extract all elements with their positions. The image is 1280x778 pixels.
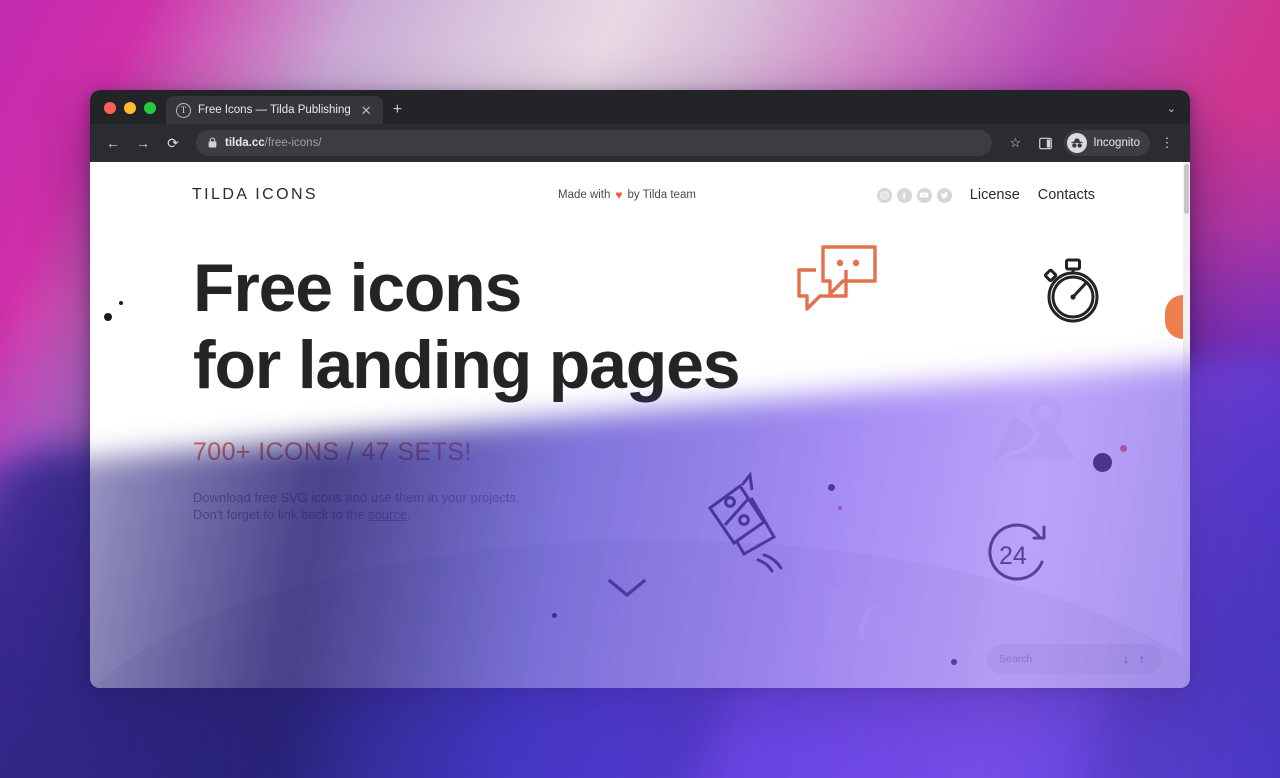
chevron-down-icon[interactable] [607,577,647,604]
incognito-icon [1067,133,1088,153]
wallpaper-band [290,466,760,778]
hero-title-line2: for landing pages [193,326,741,403]
lock-icon [208,136,217,150]
tab-title: Free Icons — Tilda Publishing [198,104,351,116]
wallpaper-band [679,451,1190,778]
tab-search-chevron-icon[interactable]: ⌄ [1167,102,1190,124]
facebook-icon[interactable] [896,187,912,203]
svg-text:24: 24 [999,542,1027,570]
hero-subtitle: 700+ ICONS / 47 SETS! [193,437,472,466]
youtube-icon[interactable] [916,187,932,203]
bookmark-star-icon[interactable]: ☆ [1002,130,1028,156]
browser-toolbar: ← → ⟳ tilda.cc/free-icons/ ☆ Incognito ⋮ [90,124,1190,162]
made-with-prefix: Made with [557,189,611,201]
window-controls [100,102,166,124]
tilda-favicon-icon: T [176,102,191,118]
desktop-wallpaper: T Free Icons — Tilda Publishing ✕ + ⌄ ← … [0,0,1280,778]
page-viewport: 24 TILDA ICONS Made with ♥ by Tilda team… [90,162,1190,688]
browser-menu-icon[interactable]: ⋮ [1154,130,1180,156]
decor-dot [1120,445,1127,452]
decor-dot [119,301,123,305]
page-scrollbar[interactable] [1183,162,1190,688]
url-path: /free-icons/ [264,137,322,149]
incognito-label: Incognito [1093,137,1140,149]
decor-dot [838,506,842,510]
search-bar[interactable]: ↓ ↑ [987,644,1162,674]
close-tab-icon[interactable]: ✕ [358,102,375,119]
nav-link-license[interactable]: License [970,187,1020,203]
side-panel-icon[interactable] [1032,130,1058,156]
page-title: Free icons for landing pages [193,250,741,404]
instagram-icon[interactable] [876,187,892,203]
decor-dot [104,313,112,321]
twitter-icon[interactable] [936,187,952,203]
discount-tags-icon [698,471,784,585]
incognito-profile-chip[interactable]: Incognito [1064,130,1150,156]
bottom-wave-shape [90,540,1183,688]
new-tab-button[interactable]: + [383,102,412,124]
browser-tabstrip: T Free Icons — Tilda Publishing ✕ + ⌄ [90,90,1190,124]
back-button[interactable]: ← [100,130,126,156]
url-domain: tilda.cc [225,137,265,149]
minimize-window-button[interactable] [124,102,136,114]
stopwatch-icon [1038,254,1106,331]
browser-tab[interactable]: T Free Icons — Tilda Publishing ✕ [166,96,383,124]
reload-button[interactable]: ⟳ [160,130,186,156]
decor-dot [552,613,557,618]
site-logo[interactable]: TILDA ICONS [192,186,318,204]
scrollbar-thumb[interactable] [1184,164,1189,214]
source-link[interactable]: source [368,507,407,522]
made-with-suffix: by Tilda team [627,189,696,201]
url-text: tilda.cc/free-icons/ [225,137,322,149]
map-pin-icon [988,390,1084,473]
coins-stack-icon [820,582,900,661]
tilda-icons-page: 24 TILDA ICONS Made with ♥ by Tilda team… [90,162,1183,688]
orange-semicircle-shape [1165,295,1183,339]
site-header: TILDA ICONS Made with ♥ by Tilda team Li… [90,186,1183,204]
browser-window: T Free Icons — Tilda Publishing ✕ + ⌄ ← … [90,90,1190,688]
search-input[interactable] [999,653,1118,665]
forward-button[interactable]: → [130,130,156,156]
close-window-button[interactable] [104,102,116,114]
decor-dot [828,484,835,491]
hero-desc-line2-prefix: Don't forget to link back to the [193,507,369,523]
chat-bubbles-icon [796,244,878,321]
decor-dot [951,659,957,665]
24-hours-icon: 24 [982,518,1056,595]
search-prev-icon[interactable]: ↑ [1134,653,1150,665]
made-with-text: Made with ♥ by Tilda team [558,188,696,202]
decor-dot [1093,453,1112,472]
maximize-window-button[interactable] [144,102,156,114]
hero-description: Download free SVG icons and use them in … [193,489,739,524]
heart-icon: ♥ [615,188,623,202]
hero-desc-line1: Download free SVG icons and use them in … [193,489,520,505]
hero-section: Free icons for landing pages 700+ ICONS … [193,250,741,524]
social-links [876,187,952,203]
address-bar[interactable]: tilda.cc/free-icons/ [196,130,993,156]
nav-link-contacts[interactable]: Contacts [1038,187,1095,203]
header-right: License Contacts [876,187,1095,203]
hero-title-line1: Free icons [193,250,522,326]
wallpaper-band [0,451,591,778]
hero-desc-line2-suffix: . [407,507,411,523]
search-next-icon[interactable]: ↓ [1118,653,1134,665]
